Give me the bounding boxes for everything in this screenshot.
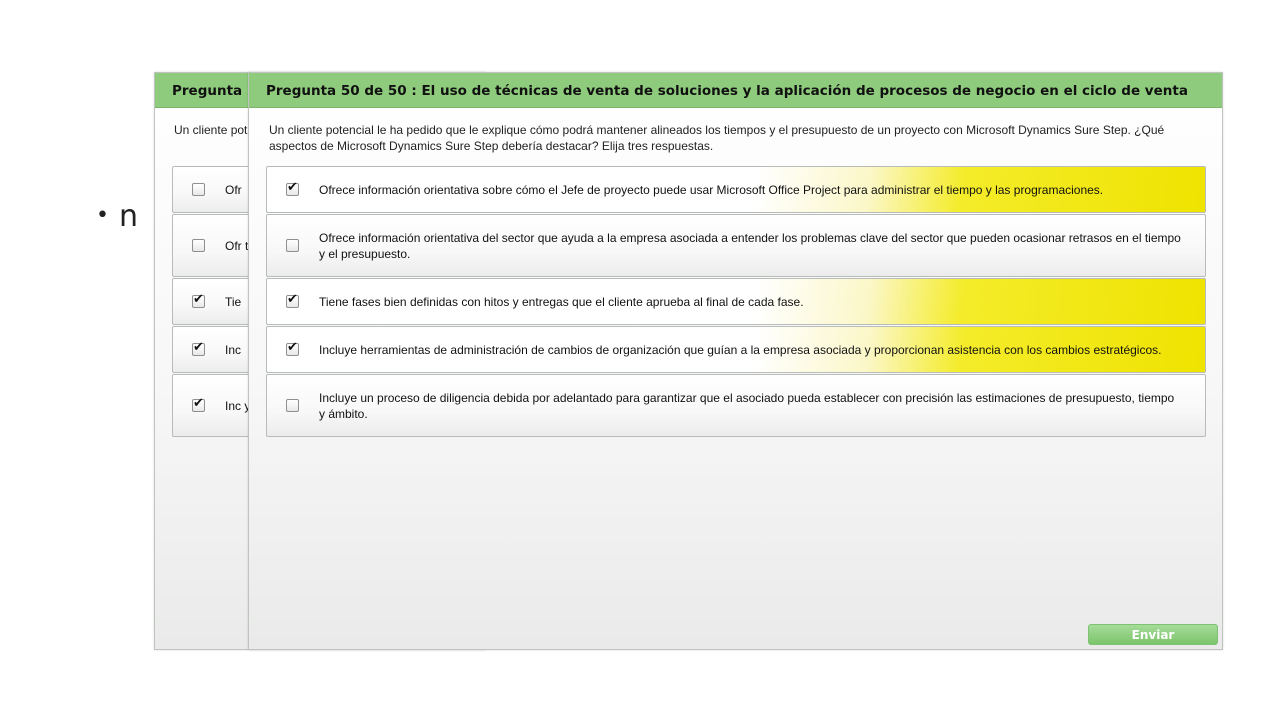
checkbox-checked-icon[interactable] (286, 292, 299, 308)
answer-label: Tiene fases bien definidas con hitos y e… (319, 294, 804, 309)
answer-option-3[interactable]: Tiene fases bien definidas con hitos y e… (266, 278, 1206, 325)
question-prompt: Un cliente potencial le ha pedido que le… (269, 123, 1165, 153)
checkbox-icon[interactable] (286, 399, 299, 412)
answer-list: Ofrece información orientativa sobre cóm… (266, 166, 1206, 437)
checkbox-checked-icon[interactable] (286, 340, 299, 356)
bullet-text: n (118, 199, 138, 234)
bullet-dot-icon: • (96, 203, 109, 228)
answer-label: Incluye un proceso de diligencia debida … (319, 390, 1175, 421)
checkbox-checked-icon[interactable] (192, 292, 205, 308)
answer-option-1[interactable]: Ofrece información orientativa sobre cóm… (266, 166, 1206, 213)
answer-option-4[interactable]: Incluye herramientas de administración d… (266, 326, 1206, 373)
checkbox-icon[interactable] (286, 239, 299, 252)
question-header: Pregunta 50 de 50 : El uso de técnicas d… (249, 73, 1222, 108)
checkbox-icon[interactable] (192, 239, 205, 252)
checkbox-icon[interactable] (192, 183, 205, 196)
question-window: Pregunta 50 de 50 : El uso de técnicas d… (248, 72, 1223, 650)
checkbox-checked-icon[interactable] (286, 180, 299, 196)
checkbox-checked-icon[interactable] (192, 396, 205, 412)
answer-option-5[interactable]: Incluye un proceso de diligencia debida … (266, 374, 1206, 437)
answer-option-2[interactable]: Ofrece información orientativa del secto… (266, 214, 1206, 277)
answer-label: Ofrece información orientativa del secto… (319, 230, 1181, 261)
submit-button[interactable]: Enviar (1088, 624, 1218, 645)
answer-label: Incluye herramientas de administración d… (319, 342, 1162, 357)
answer-label: Ofrece información orientativa sobre cóm… (319, 182, 1104, 197)
slide-bullet: • n (96, 196, 138, 237)
checkbox-checked-icon[interactable] (192, 340, 205, 356)
